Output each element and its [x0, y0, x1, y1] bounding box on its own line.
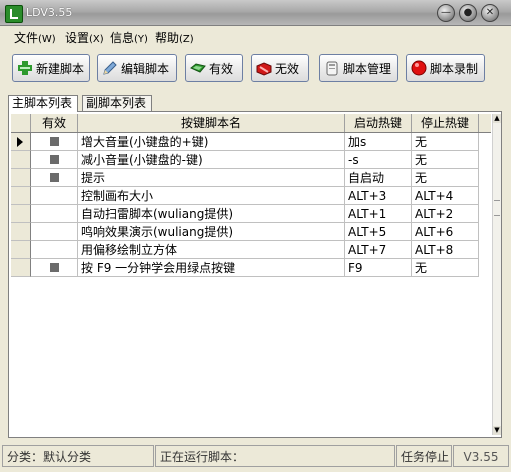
script-name-cell: 增大音量(小键盘的+键)	[78, 133, 345, 151]
scroll-grip[interactable]	[494, 200, 500, 216]
stop-hotkey-cell: 无	[412, 259, 479, 277]
maximize-button[interactable]: ●	[459, 4, 477, 22]
script-name-cell: 自动扫雷脚本(wuliang提供)	[78, 205, 345, 223]
table-row[interactable]: 控制画布大小 ALT+3 ALT+4	[11, 187, 491, 205]
current-row-indicator	[11, 133, 31, 151]
valid-cell[interactable]	[31, 133, 78, 151]
scroll-down-icon[interactable]: ▼	[493, 426, 501, 435]
enable-button[interactable]: 有效	[185, 54, 243, 82]
stop-hotkey-cell: ALT+6	[412, 223, 479, 241]
status-task: 任务停止	[396, 445, 452, 467]
enabled-marker-icon	[49, 155, 59, 164]
valid-cell[interactable]	[31, 151, 78, 169]
header-indicator	[11, 114, 31, 132]
valid-cell[interactable]	[31, 205, 78, 223]
pencil-icon	[102, 60, 118, 76]
script-grid: 有效 按键脚本名 启动热键 停止热键 增大音量(小键盘的+键) 加s 无 减小音…	[8, 111, 502, 438]
stop-hotkey-cell: 无	[412, 133, 479, 151]
row-indicator	[11, 187, 31, 205]
vertical-scrollbar[interactable]: ▲ ▼	[492, 114, 501, 435]
start-hotkey-cell: ALT+5	[345, 223, 412, 241]
disable-button[interactable]: 无效	[251, 54, 309, 82]
row-pointer-icon	[17, 137, 23, 147]
stop-hotkey-cell: ALT+4	[412, 187, 479, 205]
valid-cell[interactable]	[31, 223, 78, 241]
grid-header: 有效 按键脚本名 启动热键 停止热键	[11, 114, 491, 133]
row-indicator	[11, 169, 31, 187]
script-name-cell: 按 F9 一分钟学会用绿点按键	[78, 259, 345, 277]
valid-cell[interactable]	[31, 241, 78, 259]
stop-hotkey-cell: ALT+8	[412, 241, 479, 259]
minimize-icon: —	[441, 7, 451, 18]
close-icon: ✕	[485, 7, 495, 18]
script-name-cell: 用偏移绘制立方体	[78, 241, 345, 259]
menu-file[interactable]: 文件(W)	[14, 29, 56, 46]
row-indicator	[11, 205, 31, 223]
menu-info[interactable]: 信息(Y)	[110, 29, 148, 46]
table-row[interactable]: 减小音量(小键盘的-键) -s 无	[11, 151, 491, 169]
enabled-marker-icon	[49, 173, 59, 182]
enabled-marker-icon	[49, 263, 59, 272]
table-row[interactable]: 增大音量(小键盘的+键) 加s 无	[11, 133, 491, 151]
start-hotkey-cell: 自启动	[345, 169, 412, 187]
menu-help[interactable]: 帮助(Z)	[155, 29, 194, 46]
valid-cell[interactable]	[31, 169, 78, 187]
cross-icon	[256, 60, 272, 76]
record-icon	[411, 60, 427, 76]
maximize-icon: ●	[463, 7, 473, 18]
row-indicator	[11, 241, 31, 259]
table-row[interactable]: 按 F9 一分钟学会用绿点按键 F9 无	[11, 259, 491, 277]
start-hotkey-cell: -s	[345, 151, 412, 169]
row-indicator	[11, 223, 31, 241]
window-title: LDV3.55	[26, 6, 73, 19]
status-version: V3.55	[453, 445, 509, 467]
row-indicator	[11, 259, 31, 277]
valid-cell[interactable]	[31, 187, 78, 205]
script-name-cell: 控制画布大小	[78, 187, 345, 205]
start-hotkey-cell: ALT+7	[345, 241, 412, 259]
start-hotkey-cell: ALT+3	[345, 187, 412, 205]
script-name-cell: 减小音量(小键盘的-键)	[78, 151, 345, 169]
menu-bar: 文件(W) 设置(X) 信息(Y) 帮助(Z)	[0, 27, 511, 46]
tab-main-scripts[interactable]: 主脚本列表	[8, 95, 78, 112]
header-valid[interactable]: 有效	[31, 114, 78, 132]
script-name-cell: 鸣响效果演示(wuliang提供)	[78, 223, 345, 241]
manage-script-button[interactable]: 脚本管理	[319, 54, 398, 82]
enabled-marker-icon	[49, 137, 59, 146]
tab-sub-scripts[interactable]: 副脚本列表	[82, 95, 152, 111]
header-start-hotkey[interactable]: 启动热键	[345, 114, 412, 132]
new-script-button[interactable]: 新建脚本	[12, 54, 90, 82]
edit-script-button[interactable]: 编辑脚本	[97, 54, 177, 82]
menu-settings[interactable]: 设置(X)	[65, 29, 104, 46]
status-category: 分类：默认分类	[2, 445, 154, 467]
header-name[interactable]: 按键脚本名	[78, 114, 345, 132]
start-hotkey-cell: 加s	[345, 133, 412, 151]
toolbar: 新建脚本 编辑脚本 有效 无效 脚本管理 脚本录制	[0, 48, 511, 88]
record-script-button[interactable]: 脚本录制	[406, 54, 485, 82]
scroll-up-icon[interactable]: ▲	[493, 114, 501, 123]
app-icon	[5, 5, 23, 23]
table-row[interactable]: 提示 自启动 无	[11, 169, 491, 187]
script-name-cell: 提示	[78, 169, 345, 187]
close-button[interactable]: ✕	[481, 4, 499, 22]
table-row[interactable]: 自动扫雷脚本(wuliang提供) ALT+1 ALT+2	[11, 205, 491, 223]
stop-hotkey-cell: 无	[412, 151, 479, 169]
valid-cell[interactable]	[31, 259, 78, 277]
table-row[interactable]: 用偏移绘制立方体 ALT+7 ALT+8	[11, 241, 491, 259]
status-bar: 分类：默认分类 正在运行脚本： 任务停止 V3.55	[0, 441, 511, 472]
manage-icon	[324, 60, 340, 76]
minimize-button[interactable]: —	[437, 4, 455, 22]
status-running-script: 正在运行脚本：	[155, 445, 395, 467]
stop-hotkey-cell: ALT+2	[412, 205, 479, 223]
start-hotkey-cell: ALT+1	[345, 205, 412, 223]
title-bar[interactable]: LDV3.55 — ● ✕	[0, 0, 511, 26]
row-indicator	[11, 151, 31, 169]
plus-icon	[17, 60, 33, 76]
check-icon	[190, 60, 206, 76]
stop-hotkey-cell: 无	[412, 169, 479, 187]
header-stop-hotkey[interactable]: 停止热键	[412, 114, 479, 132]
table-row[interactable]: 鸣响效果演示(wuliang提供) ALT+5 ALT+6	[11, 223, 491, 241]
start-hotkey-cell: F9	[345, 259, 412, 277]
